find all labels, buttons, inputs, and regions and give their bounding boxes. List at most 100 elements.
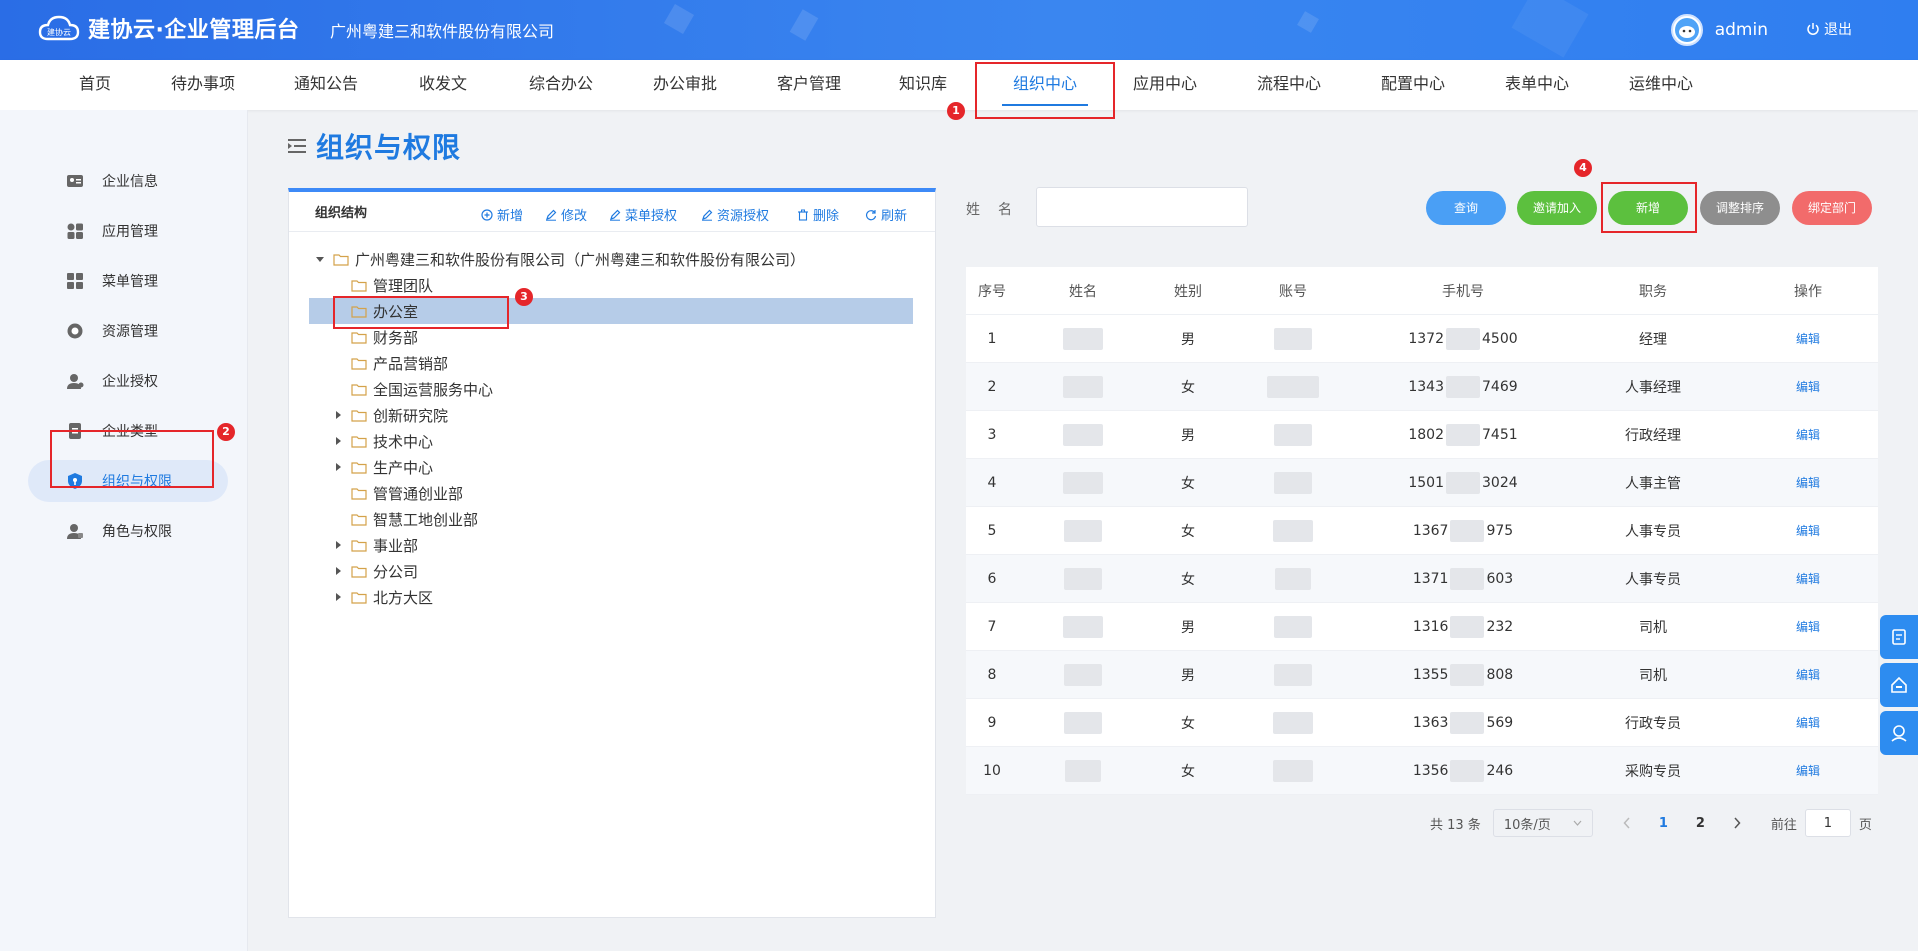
tree-node[interactable]: 管管通创业部 <box>351 480 463 506</box>
phone-redaction <box>1450 519 1485 542</box>
float-home-button[interactable] <box>1880 663 1918 707</box>
phone-suffix: 3024 <box>1482 474 1518 491</box>
edit-link[interactable]: 编辑 <box>1796 332 1820 346</box>
name-search-input[interactable] <box>1036 187 1248 227</box>
goto-label: 前往 <box>1770 817 1797 833</box>
edit-link[interactable]: 编辑 <box>1796 620 1820 634</box>
tree-delete-button[interactable]: 删除 <box>797 205 839 224</box>
tree-refresh-button[interactable]: 刷新 <box>865 205 907 224</box>
pagination: 共 13 条 10条/页 1 2 前往 页 <box>1430 809 1872 837</box>
tree-resource-auth-button[interactable]: 资源授权 <box>701 205 769 224</box>
bind-dept-button[interactable]: 绑定部门 <box>1792 191 1872 225</box>
phone-redaction <box>1446 327 1480 350</box>
phone-redaction <box>1450 663 1485 686</box>
chevron-down-icon <box>1573 820 1582 826</box>
tree-node-label: 技术中心 <box>373 432 434 451</box>
tree-node-collapsed[interactable]: 生产中心 <box>333 454 433 480</box>
prev-page-icon[interactable] <box>1623 817 1631 829</box>
company-name: 广州粤建三和软件股份有限公司 <box>330 22 555 41</box>
edit-link[interactable]: 编辑 <box>1796 764 1820 778</box>
edit-link[interactable]: 编辑 <box>1796 380 1820 394</box>
sidebar-item-app-management[interactable]: 应用管理 <box>28 210 228 252</box>
col-header: 姓名 <box>1069 283 1097 300</box>
nav-app-center[interactable]: 应用中心 <box>1122 60 1208 110</box>
cell-phone: 1363 569 <box>1358 711 1568 734</box>
tree-panel-title: 组织结构 <box>315 206 368 221</box>
nav-knowledge[interactable]: 知识库 <box>890 60 956 110</box>
tree-node[interactable]: 管理团队 <box>351 272 433 298</box>
phone-suffix: 232 <box>1486 618 1514 635</box>
edit-link[interactable]: 编辑 <box>1796 476 1820 490</box>
cell-duty: 司机 <box>1639 619 1667 636</box>
tree-edit-button[interactable]: 修改 <box>545 205 587 224</box>
folder-icon <box>351 513 367 526</box>
tree-node[interactable]: 产品营销部 <box>351 350 448 376</box>
tree-node-collapsed[interactable]: 创新研究院 <box>333 402 448 428</box>
app-logo[interactable]: 建协云 建协云·企业管理后台 <box>38 12 299 44</box>
tree-node-root[interactable]: 广州粤建三和软件股份有限公司（广州粤建三和软件股份有限公司） <box>315 246 805 272</box>
edit-link[interactable]: 编辑 <box>1796 428 1820 442</box>
sidebar-item-role-permission[interactable]: 角色与权限 <box>28 510 228 552</box>
nav-notice[interactable]: 通知公告 <box>283 60 369 110</box>
avatar[interactable] <box>1670 14 1703 46</box>
page-size-select[interactable]: 10条/页 <box>1492 809 1593 837</box>
sidebar-item-company-auth[interactable]: 企业授权 <box>28 360 228 402</box>
nav-office[interactable]: 综合办公 <box>518 60 604 110</box>
tree-add-button[interactable]: 新增 <box>481 205 523 224</box>
phone-suffix: 246 <box>1486 762 1514 779</box>
folder-icon <box>351 357 367 370</box>
phone-prefix: 1343 <box>1408 378 1444 395</box>
cell-account-redacted <box>1228 663 1358 686</box>
nav-config-center[interactable]: 配置中心 <box>1370 60 1456 110</box>
table-row: 1 男 1372 4500 经理 编辑 <box>966 315 1878 363</box>
tree-node-collapsed[interactable]: 北方大区 <box>333 584 433 610</box>
tree-node-collapsed[interactable]: 技术中心 <box>333 428 433 454</box>
cell-account-redacted <box>1228 375 1358 398</box>
tree-node-label: 北方大区 <box>373 588 434 607</box>
cell-index: 3 <box>987 426 997 443</box>
sidebar-item-company-info[interactable]: 企业信息 <box>28 160 228 202</box>
logout-button[interactable]: 退出 <box>1806 19 1852 39</box>
tree-node[interactable]: 全国运营服务中心 <box>351 376 493 402</box>
tree-node-label: 分公司 <box>373 562 419 581</box>
edit-link[interactable]: 编辑 <box>1796 524 1820 538</box>
username: admin <box>1714 20 1768 40</box>
nav-todo[interactable]: 待办事项 <box>160 60 246 110</box>
page-number[interactable]: 2 <box>1696 816 1705 831</box>
float-support-button[interactable] <box>1880 711 1918 755</box>
phone-redaction <box>1446 423 1480 446</box>
app-title: 建协云·企业管理后台 <box>88 18 300 43</box>
nav-home[interactable]: 首页 <box>60 60 130 110</box>
tree-node-label: 产品营销部 <box>373 354 449 373</box>
edit-link[interactable]: 编辑 <box>1796 716 1820 730</box>
nav-approval[interactable]: 办公审批 <box>642 60 728 110</box>
sidebar-item-menu-management[interactable]: 菜单管理 <box>28 260 228 302</box>
apps-grid-icon <box>67 223 83 239</box>
plus-circle-icon <box>481 208 493 221</box>
nav-customer[interactable]: 客户管理 <box>766 60 852 110</box>
sidebar-item-resource-management[interactable]: 资源管理 <box>28 310 228 352</box>
query-button[interactable]: 查询 <box>1426 191 1506 225</box>
tree-node[interactable]: 智慧工地创业部 <box>351 506 478 532</box>
tree-menu-auth-button[interactable]: 菜单授权 <box>609 205 677 224</box>
nav-form-center[interactable]: 表单中心 <box>1494 60 1580 110</box>
page-title: 组织与权限 <box>288 126 461 166</box>
sort-button[interactable]: 调整排序 <box>1700 191 1780 225</box>
nav-ops-center[interactable]: 运维中心 <box>1618 60 1704 110</box>
invite-button[interactable]: 邀请加入 <box>1517 191 1597 225</box>
phone-suffix: 808 <box>1486 666 1514 683</box>
nav-flow-center[interactable]: 流程中心 <box>1246 60 1332 110</box>
annotation-box-3 <box>333 296 509 329</box>
cell-duty: 人事主管 <box>1625 475 1681 492</box>
tree-node-collapsed[interactable]: 分公司 <box>333 558 418 584</box>
cell-name-redacted <box>1018 327 1148 350</box>
tree-node-collapsed[interactable]: 事业部 <box>333 532 418 558</box>
edit-link[interactable]: 编辑 <box>1796 668 1820 682</box>
page-number[interactable]: 1 <box>1659 816 1668 831</box>
nav-documents[interactable]: 收发文 <box>406 60 480 110</box>
float-form-button[interactable] <box>1880 615 1918 659</box>
goto-page-input[interactable] <box>1804 809 1851 837</box>
next-page-icon[interactable] <box>1733 817 1741 829</box>
user-menu[interactable]: admin <box>1670 14 1768 46</box>
edit-link[interactable]: 编辑 <box>1796 572 1820 586</box>
